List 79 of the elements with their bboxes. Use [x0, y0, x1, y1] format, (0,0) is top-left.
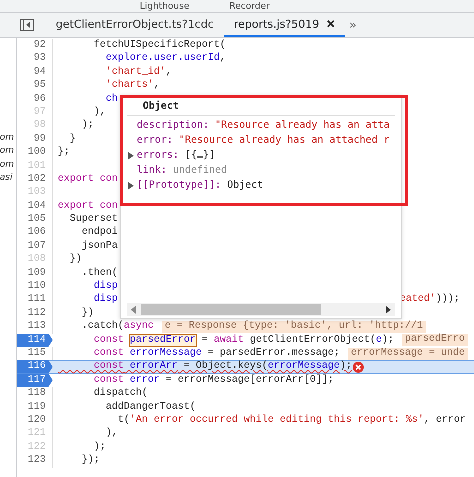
- line-number[interactable]: 117: [17, 374, 53, 388]
- scroll-right-icon[interactable]: [385, 306, 391, 314]
- code-line: .then(: [81, 266, 118, 280]
- property-entry[interactable]: errors: [{…}]: [137, 150, 216, 161]
- line-number[interactable]: 93: [17, 52, 53, 66]
- code-line: explore.user.userId,: [105, 52, 226, 66]
- code-line: const error = errorMessage[errorArr[0]];: [93, 374, 334, 388]
- code-line: endpoi: [81, 226, 118, 240]
- line-number[interactable]: 105: [17, 213, 53, 226]
- line-number[interactable]: 116: [17, 360, 53, 374]
- expand-arrow-icon[interactable]: [127, 152, 134, 160]
- editor-tab[interactable]: getClientErrorObject.ts?1cdc: [46, 13, 224, 37]
- code-line: export con: [57, 200, 118, 214]
- code-line: disp: [93, 293, 118, 307]
- error-icon: [353, 362, 364, 373]
- more-tabs-button[interactable]: »: [349, 18, 357, 32]
- line-number[interactable]: 104: [17, 200, 53, 214]
- code-line: }): [81, 306, 94, 320]
- line-number[interactable]: 107: [17, 240, 53, 254]
- sidebar-toggle-icon[interactable]: [20, 19, 34, 31]
- navigator-item[interactable]: asi: [0, 172, 16, 186]
- panel-tab[interactable]: Lighthouse: [140, 2, 190, 12]
- property-entry[interactable]: [[Prototype]]: Object: [137, 180, 264, 191]
- code-line: fetchUISpecificReport(: [93, 39, 226, 52]
- close-icon[interactable]: [327, 20, 336, 28]
- expand-arrow-icon[interactable]: [127, 182, 134, 190]
- line-number[interactable]: 118: [17, 387, 53, 401]
- line-number[interactable]: 99: [17, 132, 53, 146]
- code-line: ch: [105, 92, 118, 106]
- code-line: .catch(async: [81, 320, 154, 334]
- scroll-left-icon[interactable]: [131, 306, 137, 314]
- horizontal-scrollbar[interactable]: [127, 303, 395, 316]
- code-line: }): [69, 253, 82, 267]
- code-line: export con: [57, 172, 118, 186]
- code-line: });: [81, 454, 100, 468]
- code-line: }: [69, 132, 76, 146]
- line-number[interactable]: 119: [17, 400, 53, 414]
- line-number[interactable]: 114: [17, 334, 53, 347]
- property-entry[interactable]: description: "Resource already has an atta: [137, 120, 390, 131]
- inline-value: errorMessage = unde: [348, 348, 468, 360]
- line-number[interactable]: 109: [17, 266, 53, 280]
- code-line: jsonPa: [81, 240, 118, 254]
- line-number[interactable]: 111: [17, 293, 53, 307]
- code-line: const errorArr = Object.keys(errorMessage);: [93, 360, 352, 374]
- line-number[interactable]: 102: [17, 172, 53, 186]
- code-line: );: [93, 440, 106, 454]
- navigator-item[interactable]: om: [0, 132, 16, 146]
- line-number[interactable]: 110: [17, 280, 53, 294]
- editor-tab[interactable]: reports.js?5019: [224, 13, 346, 37]
- line-number[interactable]: 100: [17, 146, 53, 160]
- code-line: ),: [93, 106, 106, 120]
- navigator-item[interactable]: om: [0, 145, 16, 159]
- code-line: dispatch(: [93, 387, 148, 401]
- property-entry[interactable]: link: undefined: [137, 165, 228, 176]
- line-number[interactable]: 95: [17, 79, 53, 93]
- code-line: disp: [93, 280, 118, 294]
- code-line: t('An error occurred while editing this report: %s', error: [117, 414, 466, 428]
- code-line: const errorMessage = parsedError.message;: [93, 346, 340, 360]
- code-line: const parsedError = await getClientErrorObject(e);: [93, 334, 394, 347]
- line-number[interactable]: 94: [17, 66, 53, 80]
- navigator-item[interactable]: om: [0, 158, 16, 172]
- code-line: 'charts',: [105, 79, 160, 93]
- popover-title: Object: [127, 100, 395, 116]
- line-number[interactable]: 123: [17, 454, 53, 468]
- line-number[interactable]: 92: [17, 39, 53, 52]
- code-line: };: [57, 146, 70, 160]
- line-number[interactable]: 96: [17, 92, 53, 106]
- line-number[interactable]: 106: [17, 226, 53, 240]
- code-line: );: [81, 119, 94, 133]
- line-number[interactable]: 112: [17, 306, 53, 320]
- inline-value: parsedErro: [402, 334, 468, 346]
- property-entry[interactable]: error: "Resource already has an attached r: [137, 135, 390, 146]
- code-line: Superset: [69, 213, 118, 226]
- code-line: addDangerToast(: [105, 400, 196, 414]
- code-line: 'chart_id',: [105, 66, 172, 80]
- inline-value: e = Response {type: 'basic', url: 'http://1: [162, 320, 426, 333]
- line-number[interactable]: 120: [17, 414, 53, 428]
- panel-tab[interactable]: Recorder: [230, 2, 270, 12]
- code-line: ),: [105, 427, 118, 441]
